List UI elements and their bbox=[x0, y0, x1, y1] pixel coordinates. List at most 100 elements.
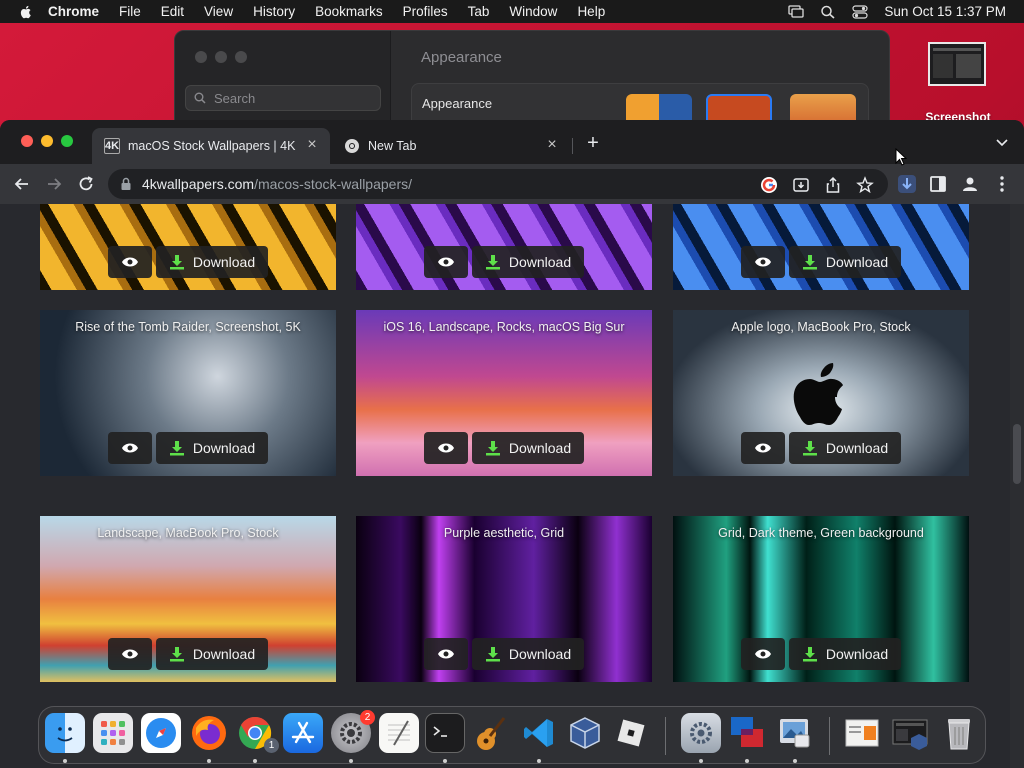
install-app-icon[interactable] bbox=[792, 176, 810, 194]
page-scrollbar[interactable] bbox=[1010, 204, 1024, 768]
wallpaper-card[interactable]: Rise of the Tomb Raider, Screenshot, 5K … bbox=[40, 310, 336, 476]
chrome-close-button[interactable] bbox=[21, 135, 33, 147]
back-arrow-icon[interactable] bbox=[12, 174, 32, 194]
url-host: 4kwallpapers.com bbox=[142, 176, 255, 192]
dock-terminal[interactable] bbox=[425, 713, 465, 753]
preview-button[interactable] bbox=[424, 432, 468, 464]
extension-download-icon[interactable] bbox=[897, 174, 917, 194]
dock-garageband[interactable] bbox=[471, 713, 511, 753]
dock-textedit[interactable] bbox=[379, 713, 419, 753]
tab-close-icon[interactable]: × bbox=[544, 137, 560, 154]
wallpaper-card[interactable]: Landscape, MacBook Pro, Stock Download bbox=[40, 516, 336, 682]
wallpaper-card[interactable]: iOS 16, Landscape, Rocks, macOS Big Sur … bbox=[356, 310, 652, 476]
dock-safari[interactable] bbox=[141, 713, 181, 753]
menu-app-chrome[interactable]: Chrome bbox=[48, 4, 99, 19]
download-button[interactable]: Download bbox=[789, 246, 901, 278]
textedit-icon bbox=[388, 720, 410, 746]
wallpaper-card[interactable]: Grid, Dark theme, Green background Downl… bbox=[673, 516, 969, 682]
roblox-icon bbox=[617, 719, 645, 747]
download-button[interactable]: Download bbox=[789, 638, 901, 670]
google-lens-icon[interactable] bbox=[760, 176, 778, 194]
wallpaper-card[interactable]: Download bbox=[40, 204, 336, 290]
bookmark-star-icon[interactable] bbox=[856, 176, 874, 194]
download-button[interactable]: Download bbox=[156, 638, 268, 670]
dock-system-settings[interactable]: 2 bbox=[331, 710, 375, 753]
menu-edit[interactable]: Edit bbox=[161, 4, 184, 19]
dock-vscode[interactable] bbox=[519, 713, 559, 753]
download-button[interactable]: Download bbox=[472, 246, 584, 278]
download-button[interactable]: Download bbox=[156, 246, 268, 278]
profile-avatar-icon[interactable] bbox=[960, 174, 980, 194]
preview-button[interactable] bbox=[741, 638, 785, 670]
preview-button[interactable] bbox=[108, 432, 152, 464]
eye-icon bbox=[438, 649, 454, 659]
apple-logo-image bbox=[793, 363, 843, 425]
download-button[interactable]: Download bbox=[472, 638, 584, 670]
downloads-stack-icon bbox=[892, 719, 928, 750]
wallpaper-card[interactable]: Download bbox=[673, 204, 969, 290]
chrome-zoom-button[interactable] bbox=[61, 135, 73, 147]
tab-new-tab[interactable]: New Tab × bbox=[332, 128, 570, 164]
preview-button[interactable] bbox=[108, 246, 152, 278]
settings-close-button[interactable] bbox=[195, 51, 207, 63]
menubar-clock[interactable]: Sun Oct 15 1:37 PM bbox=[884, 4, 1006, 19]
dock-preview[interactable] bbox=[775, 713, 815, 753]
dock-launchpad[interactable] bbox=[93, 713, 133, 753]
dock-chrome[interactable]: 1 bbox=[235, 713, 279, 753]
settings-notification-badge: 2 bbox=[360, 710, 375, 725]
menu-view[interactable]: View bbox=[204, 4, 233, 19]
wallpaper-card[interactable]: Download bbox=[356, 204, 652, 290]
dock-finder[interactable] bbox=[45, 713, 85, 753]
screen-mirroring-icon[interactable] bbox=[788, 4, 805, 19]
menu-history[interactable]: History bbox=[253, 4, 295, 19]
preview-button[interactable] bbox=[108, 638, 152, 670]
menu-profiles[interactable]: Profiles bbox=[403, 4, 448, 19]
settings-search-input[interactable]: Search bbox=[185, 85, 381, 111]
dock-app-store[interactable] bbox=[283, 713, 323, 753]
side-panel-icon[interactable] bbox=[928, 174, 948, 194]
preview-button[interactable] bbox=[741, 432, 785, 464]
control-center-icon[interactable] bbox=[852, 4, 869, 19]
preview-button[interactable] bbox=[741, 246, 785, 278]
wallpaper-card[interactable]: Apple logo, MacBook Pro, Stock Download bbox=[673, 310, 969, 476]
forward-arrow-icon[interactable] bbox=[44, 174, 64, 194]
dock-trash[interactable] bbox=[939, 713, 979, 753]
settings-minimize-button[interactable] bbox=[215, 51, 227, 63]
apple-icon[interactable] bbox=[18, 4, 34, 20]
dock-system-preferences[interactable] bbox=[681, 713, 721, 753]
lock-icon[interactable] bbox=[120, 177, 132, 191]
tab-separator bbox=[572, 138, 573, 154]
tab-search-chevron-icon[interactable] bbox=[996, 138, 1008, 148]
dock-firefox[interactable] bbox=[189, 713, 229, 753]
preview-button[interactable] bbox=[424, 246, 468, 278]
scrollbar-thumb[interactable] bbox=[1013, 424, 1021, 484]
dock-virtualbox[interactable] bbox=[565, 713, 605, 753]
menu-file[interactable]: File bbox=[119, 4, 141, 19]
reload-icon[interactable] bbox=[76, 174, 96, 194]
html-file-stack-icon bbox=[845, 719, 879, 747]
card-actions: Download bbox=[108, 246, 268, 278]
chrome-minimize-button[interactable] bbox=[41, 135, 53, 147]
download-button[interactable]: Download bbox=[156, 432, 268, 464]
address-bar[interactable]: 4kwallpapers.com/macos-stock-wallpapers/ bbox=[108, 169, 888, 199]
menu-tab[interactable]: Tab bbox=[468, 4, 490, 19]
tab-close-icon[interactable]: × bbox=[304, 137, 320, 154]
menu-window[interactable]: Window bbox=[509, 4, 557, 19]
dock-remote-desktop[interactable] bbox=[727, 713, 767, 753]
share-icon[interactable] bbox=[824, 176, 842, 194]
download-button[interactable]: Download bbox=[789, 432, 901, 464]
tab-4kwallpapers[interactable]: 4K macOS Stock Wallpapers | 4K × bbox=[92, 128, 330, 164]
dock-downloads-stack[interactable] bbox=[891, 713, 931, 753]
preview-button[interactable] bbox=[424, 638, 468, 670]
wallpaper-card[interactable]: Purple aesthetic, Grid Download bbox=[356, 516, 652, 682]
settings-zoom-button[interactable] bbox=[235, 51, 247, 63]
download-button[interactable]: Download bbox=[472, 432, 584, 464]
desktop-screenshot-file[interactable]: Screenshot bbox=[925, 42, 991, 124]
dock-roblox[interactable] bbox=[611, 713, 651, 753]
new-tab-button[interactable]: + bbox=[583, 133, 603, 154]
dock-recent-file[interactable] bbox=[843, 713, 883, 753]
more-menu-icon[interactable] bbox=[992, 174, 1012, 194]
menu-bookmarks[interactable]: Bookmarks bbox=[315, 4, 383, 19]
spotlight-search-icon[interactable] bbox=[820, 5, 836, 19]
menu-help[interactable]: Help bbox=[577, 4, 605, 19]
